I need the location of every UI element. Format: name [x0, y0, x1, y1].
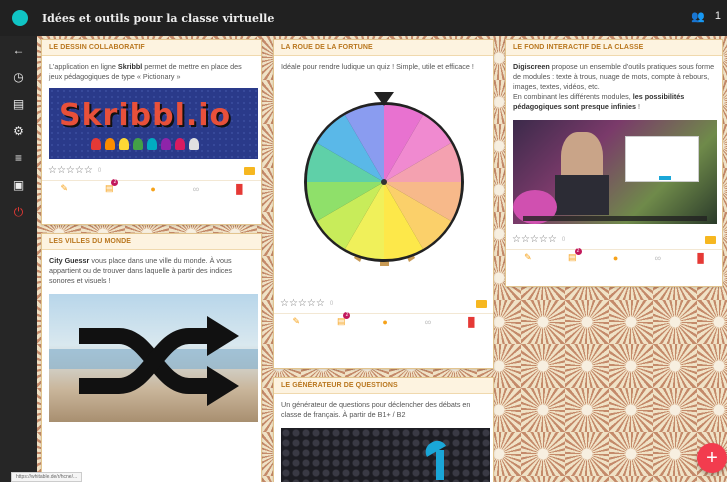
post-card-roue[interactable]: LA ROUE DE LA FORTUNE Idéale pour rendre…: [273, 39, 494, 369]
link-icon[interactable]: ∞: [655, 253, 661, 263]
post-text: Digiscreen propose un ensemble d'outils …: [513, 62, 715, 111]
comment-icon[interactable]: ▤ 2: [337, 312, 351, 327]
post-card-villes[interactable]: LES VILLES DU MONDE City Guessr vous pla…: [41, 233, 262, 482]
add-comment-icon[interactable]: [244, 167, 255, 175]
pencil-icon[interactable]: ✎: [524, 252, 532, 263]
digiscreen-image[interactable]: [513, 120, 717, 224]
user-count: 1: [714, 10, 721, 22]
people-icon[interactable]: 👥: [691, 10, 705, 23]
export-icon[interactable]: ▣: [11, 177, 27, 193]
status-bar-url: https://whitable.de/r/hcne/...: [11, 472, 83, 482]
post-title: LA ROUE DE LA FORTUNE: [274, 40, 493, 56]
link-icon[interactable]: ∞: [193, 184, 199, 194]
star-rating[interactable]: ☆☆☆☆☆ 0: [42, 165, 261, 176]
post-toolbar: ✎ ▤ 2 ● ∞ █: [42, 179, 261, 196]
post-card-generateur[interactable]: LE GÉNÉRATEUR DE QUESTIONS Un générateur…: [273, 377, 494, 482]
shuffle-icon: [79, 316, 239, 406]
skribbl-logo-text: Skribbl.io: [59, 98, 232, 133]
add-comment-icon[interactable]: [705, 236, 716, 244]
comment-icon[interactable]: ▤ 2: [568, 248, 582, 263]
post-card-fond-interactif[interactable]: LE FOND INTERACTIF DE LA CLASSE Digiscre…: [505, 39, 723, 287]
post-title: LES VILLES DU MONDE: [42, 234, 261, 250]
avatar-row: [91, 138, 199, 150]
trash-icon[interactable]: █: [236, 184, 242, 194]
trash-icon[interactable]: █: [697, 253, 703, 263]
post-text: Idéale pour rendre ludique un quiz ! Sim…: [281, 62, 474, 71]
pencil-icon[interactable]: ✎: [292, 316, 300, 327]
post-text: Un générateur de questions pour déclench…: [281, 400, 471, 419]
trash-icon[interactable]: █: [468, 317, 474, 327]
chat-icon[interactable]: ▤: [11, 96, 27, 112]
post-text: City Guessr vous place dans une ville du…: [49, 256, 232, 285]
power-icon[interactable]: ⏻: [11, 204, 27, 220]
add-post-button[interactable]: +: [697, 443, 727, 473]
pencil-icon[interactable]: ✎: [60, 183, 68, 194]
comment-icon[interactable]: ▤ 2: [105, 179, 119, 194]
link-icon[interactable]: ∞: [425, 317, 431, 327]
post-title: LE GÉNÉRATEUR DE QUESTIONS: [274, 378, 493, 394]
skribbl-image[interactable]: Skribbl.io: [49, 88, 258, 159]
star-rating[interactable]: ☆☆☆☆☆ 0: [506, 234, 722, 245]
info-icon[interactable]: ●: [150, 184, 155, 194]
fortune-wheel-image[interactable]: [274, 76, 495, 286]
info-icon[interactable]: ●: [382, 317, 387, 327]
back-icon[interactable]: ←: [11, 42, 27, 58]
post-text: L'application en ligne Skribbl permet de…: [49, 62, 242, 81]
shuffle-image[interactable]: [49, 294, 258, 422]
clock-icon[interactable]: ◷: [11, 69, 27, 85]
sidebar: ← ◷ ▤ ⚙ ≡ ▣ ⏻: [0, 36, 37, 482]
post-card-dessin[interactable]: LE DESSIN COLLABORATIF L'application en …: [41, 39, 262, 225]
add-comment-icon[interactable]: [476, 300, 487, 308]
app-logo[interactable]: [12, 10, 28, 26]
question-generator-image[interactable]: [281, 428, 490, 482]
wall-title[interactable]: Idées et outils pour la classe virtuelle: [42, 12, 274, 25]
padlet-wall: LE DESSIN COLLABORATIF L'application en …: [37, 36, 727, 482]
info-icon[interactable]: ●: [613, 253, 618, 263]
filter-icon[interactable]: ≡: [11, 150, 27, 166]
post-title: LE DESSIN COLLABORATIF: [42, 40, 261, 56]
star-rating[interactable]: ☆☆☆☆☆ 0: [274, 298, 493, 309]
top-bar: Idées et outils pour la classe virtuelle…: [0, 0, 727, 36]
post-title: LE FOND INTERACTIF DE LA CLASSE: [506, 40, 722, 56]
post-toolbar: ✎ ▤ 2 ● ∞ █: [506, 248, 722, 265]
post-toolbar: ✎ ▤ 2 ● ∞ █: [274, 312, 493, 329]
gear-icon[interactable]: ⚙: [11, 123, 27, 139]
